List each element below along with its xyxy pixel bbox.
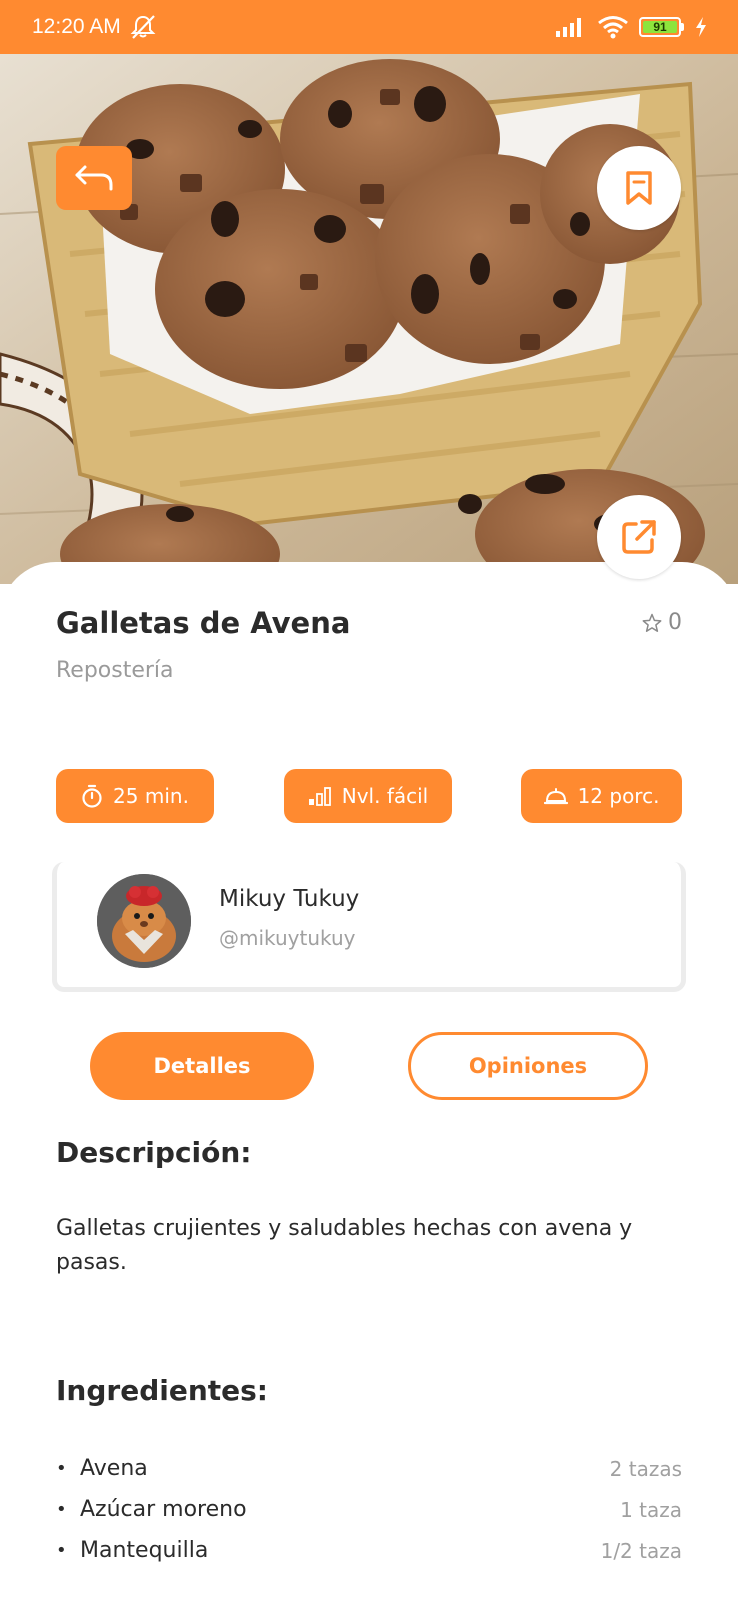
battery-body: 91 <box>639 17 681 37</box>
servings-label: 12 porc. <box>577 784 660 808</box>
share-button[interactable] <box>597 495 681 579</box>
ingredient-item: • Avena 2 tazas <box>56 1448 682 1489</box>
bullet: • <box>56 1540 67 1561</box>
bookmark-icon <box>626 171 652 205</box>
time-label: 25 min. <box>113 784 189 808</box>
ingredient-name: Mantequilla <box>80 1538 209 1563</box>
guinea-pig-chef-avatar <box>97 874 191 968</box>
ingredient-item: • Azúcar moreno 1 taza <box>56 1489 682 1530</box>
ingredient-quantity: 2 tazas <box>609 1456 682 1481</box>
ingredient-quantity: 1 taza <box>620 1497 682 1522</box>
charging-bolt-icon <box>696 17 706 37</box>
level-label: Nvl. fácil <box>341 784 429 808</box>
rating-value: 0 <box>668 610 682 635</box>
recipe-hero-image <box>0 54 738 584</box>
star-outline-icon <box>642 613 662 632</box>
recipe-category: Repostería <box>56 658 174 683</box>
author-name: Mikuy Tukuy <box>219 886 360 912</box>
battery-indicator: 91 <box>639 17 684 37</box>
ingredient-item: • Mantequilla 1/2 taza <box>56 1530 682 1571</box>
description-title: Descripción: <box>56 1136 252 1169</box>
bullet: • <box>56 1499 67 1520</box>
external-link-icon <box>622 520 656 554</box>
ingredient-quantity: 1/2 taza <box>600 1538 682 1563</box>
description-text: Galletas crujientes y saludables hechas … <box>56 1216 633 1275</box>
battery-tip <box>681 23 684 31</box>
battery-level: 91 <box>643 20 677 34</box>
status-time: 12:20 AM <box>32 15 121 38</box>
serving-dish-icon <box>543 788 568 805</box>
author-card[interactable]: Mikuy Tukuy @mikuytukuy <box>52 862 686 992</box>
tab-opinions[interactable]: Opiniones <box>408 1032 648 1100</box>
bullet: • <box>56 1458 67 1479</box>
return-arrow-icon <box>75 165 113 191</box>
time-chip: 25 min. <box>56 769 214 823</box>
status-right: 91 <box>555 15 708 39</box>
wifi-icon <box>598 16 628 39</box>
signal-bars-icon <box>308 787 331 806</box>
bookmark-button[interactable] <box>597 146 681 230</box>
cell-signal-icon <box>556 18 581 37</box>
ingredients-list: • Avena 2 tazas • Azúcar moreno 1 taza •… <box>56 1448 682 1571</box>
avatar <box>97 874 191 968</box>
status-left: 12:20 AM <box>32 14 157 40</box>
author-handle: @mikuytukuy <box>219 926 356 950</box>
rating[interactable]: 0 <box>642 610 682 635</box>
recipe-title: Galletas de Avena <box>56 606 351 640</box>
status-bar: 12:20 AM 91 <box>0 0 738 54</box>
recipe-details-sheet: Galletas de Avena 0 Repostería 25 min. N… <box>0 562 738 1600</box>
stopwatch-icon <box>82 784 102 808</box>
tab-details[interactable]: Detalles <box>90 1032 314 1100</box>
ingredient-name: Azúcar moreno <box>80 1497 247 1522</box>
ingredients-title: Ingredientes: <box>56 1374 268 1407</box>
notifications-muted-icon <box>130 15 156 39</box>
back-button[interactable] <box>56 146 132 210</box>
level-chip: Nvl. fácil <box>284 769 452 823</box>
ingredient-name: Avena <box>80 1456 148 1481</box>
servings-chip: 12 porc. <box>521 769 682 823</box>
